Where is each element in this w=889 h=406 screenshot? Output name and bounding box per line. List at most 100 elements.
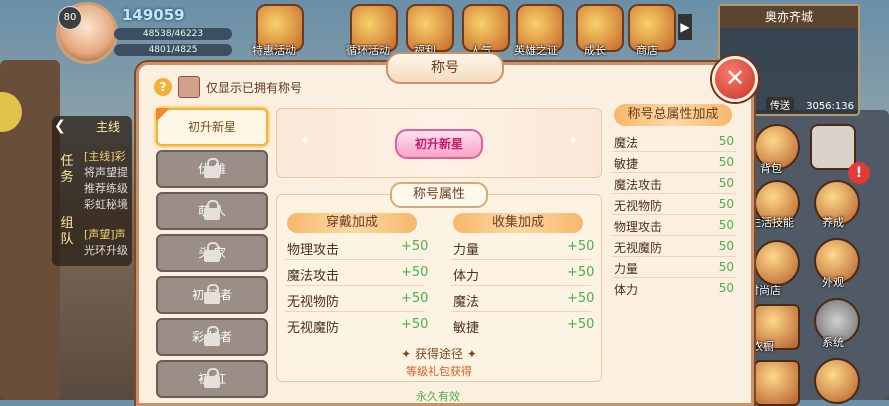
divider bbox=[285, 259, 425, 260]
total-attr-value: 50 bbox=[718, 197, 734, 211]
player-level: 80 bbox=[58, 6, 82, 30]
mission-line[interactable]: 推荐练级 bbox=[84, 180, 128, 196]
wear-attr-value: +50 bbox=[401, 291, 429, 306]
divider bbox=[612, 277, 736, 278]
more-icon[interactable] bbox=[814, 358, 860, 404]
side-menu-label: 外观 bbox=[822, 276, 844, 289]
side-menu-label: 背包 bbox=[760, 162, 782, 175]
source-header: ✦ 获得途径 ✦ bbox=[401, 347, 477, 361]
title-item[interactable]: 初 虹 bbox=[156, 360, 268, 398]
total-attr-value: 50 bbox=[718, 281, 734, 295]
teleport-button[interactable]: 传送 bbox=[766, 97, 794, 112]
mission-line[interactable]: [主线]彩 bbox=[84, 148, 126, 164]
close-button[interactable]: ✕ bbox=[712, 56, 758, 102]
divider bbox=[612, 151, 736, 152]
divider bbox=[612, 235, 736, 236]
wear-attr-value: +50 bbox=[401, 265, 429, 280]
collect-attr-name: 魔法 bbox=[453, 295, 480, 310]
total-row: 物理攻击 50 bbox=[614, 218, 736, 235]
wear-attr-value: +50 bbox=[401, 317, 429, 332]
wear-attr-name: 物理攻击 bbox=[287, 243, 340, 258]
extra-icon[interactable] bbox=[754, 360, 800, 406]
total-attr-name: 力量 bbox=[614, 262, 639, 276]
wear-attr-name: 无视物防 bbox=[287, 295, 340, 310]
mission-line[interactable]: [声望]声 bbox=[84, 226, 126, 242]
tab-team[interactable]: 组队 bbox=[56, 216, 78, 248]
collect-attr-name: 力量 bbox=[453, 243, 480, 258]
lock-icon bbox=[204, 200, 220, 220]
total-row: 敏捷 50 bbox=[614, 155, 736, 172]
title-item-selected[interactable]: 初升新星 bbox=[156, 108, 268, 146]
total-row: 魔法攻击 50 bbox=[614, 176, 736, 193]
top-menu-label: 成长 bbox=[584, 44, 606, 57]
owned-only-checkbox[interactable] bbox=[178, 76, 200, 98]
mission-panel: ❮ 主线 任务 组队 [主线]彩 将声望提 推荐练级 彩虹秘境 [声望]声 光环… bbox=[52, 116, 132, 266]
fashion-shop-icon[interactable] bbox=[754, 240, 800, 286]
divider bbox=[612, 214, 736, 215]
top-menu-label: 英雄之证 bbox=[514, 44, 558, 57]
title-item[interactable]: 萌 人 bbox=[156, 192, 268, 230]
lock-icon bbox=[204, 326, 220, 346]
total-attr-value: 50 bbox=[718, 239, 734, 253]
tab-task[interactable]: 任务 bbox=[56, 154, 78, 186]
divider bbox=[285, 311, 425, 312]
lock-icon bbox=[204, 158, 220, 178]
total-attr-value: 50 bbox=[718, 176, 734, 190]
minimap-coords: 3056:136 bbox=[806, 101, 854, 112]
help-icon[interactable]: ? bbox=[154, 78, 172, 96]
lock-icon bbox=[204, 242, 220, 262]
duration-text: 永久有效 bbox=[416, 390, 460, 403]
selected-tick-icon bbox=[156, 108, 170, 122]
total-attr-value: 50 bbox=[718, 134, 734, 148]
collect-attr-value: +50 bbox=[567, 265, 595, 280]
totals-header: 称号总属性加成 bbox=[614, 104, 732, 126]
compass-icon[interactable] bbox=[810, 124, 856, 170]
owned-only-label: 仅显示已拥有称号 bbox=[206, 81, 303, 95]
top-menu-label: 商店 bbox=[636, 44, 658, 57]
modal-title: 称号 bbox=[386, 52, 504, 84]
side-menu-label: 衣橱 bbox=[752, 340, 774, 353]
mission-line[interactable]: 将声望提 bbox=[84, 164, 128, 180]
wear-bonus-header: 穿戴加成 bbox=[287, 213, 417, 233]
mission-line[interactable]: 彩虹秘境 bbox=[84, 196, 128, 212]
mission-back-icon[interactable]: ❮ bbox=[54, 118, 74, 138]
expand-arrow-icon[interactable]: ▶ bbox=[678, 14, 692, 40]
title-item[interactable]: 彩 护者 bbox=[156, 318, 268, 356]
mission-header[interactable]: 主线 bbox=[96, 118, 120, 135]
title-item[interactable]: 初 证者 bbox=[156, 276, 268, 314]
wear-attr-value: +50 bbox=[401, 239, 429, 254]
title-item-label: 初升新星 bbox=[187, 120, 236, 134]
total-row: 魔法 50 bbox=[614, 134, 736, 151]
lock-icon bbox=[204, 368, 220, 388]
collect-attr-name: 敏捷 bbox=[453, 321, 480, 336]
wear-attr-name: 魔法攻击 bbox=[287, 269, 340, 284]
side-menu-label: 系统 bbox=[822, 336, 844, 349]
top-menu-label: 循环活动 bbox=[346, 44, 390, 57]
title-item[interactable]: 头 家 bbox=[156, 234, 268, 272]
sparkle-icon: ✦ bbox=[567, 133, 579, 149]
total-attr-name: 魔法攻击 bbox=[614, 178, 663, 192]
total-attr-value: 50 bbox=[718, 218, 734, 232]
collect-bonus-header: 收集加成 bbox=[453, 213, 583, 233]
collect-attr-name: 体力 bbox=[453, 269, 480, 284]
divider bbox=[451, 311, 591, 312]
collect-attr-value: +50 bbox=[567, 291, 595, 306]
divider bbox=[612, 193, 736, 194]
source-value: 等级礼包获得 bbox=[406, 365, 472, 378]
side-menu-label: 养成 bbox=[822, 216, 844, 229]
mission-line[interactable]: 光环升级 bbox=[84, 242, 128, 258]
total-attr-value: 50 bbox=[718, 260, 734, 274]
hp-bar: 48538/46223 bbox=[114, 28, 232, 40]
total-attr-name: 无视魔防 bbox=[614, 241, 663, 255]
lock-icon bbox=[204, 284, 220, 304]
total-attr-name: 魔法 bbox=[614, 136, 639, 150]
title-item[interactable]: 伏 雄 bbox=[156, 150, 268, 188]
alert-icon[interactable]: ! bbox=[848, 162, 870, 184]
side-menu-label: 生活技能 bbox=[750, 216, 794, 229]
mp-bar: 4801/4825 bbox=[114, 44, 232, 56]
top-menu-label: 特惠活动 bbox=[252, 44, 296, 57]
source-header-text: 获得途径 bbox=[414, 347, 463, 361]
player-power: 149059 bbox=[122, 6, 185, 24]
wear-attr-name: 无视魔防 bbox=[287, 321, 340, 336]
total-attr-name: 无视物防 bbox=[614, 199, 663, 213]
